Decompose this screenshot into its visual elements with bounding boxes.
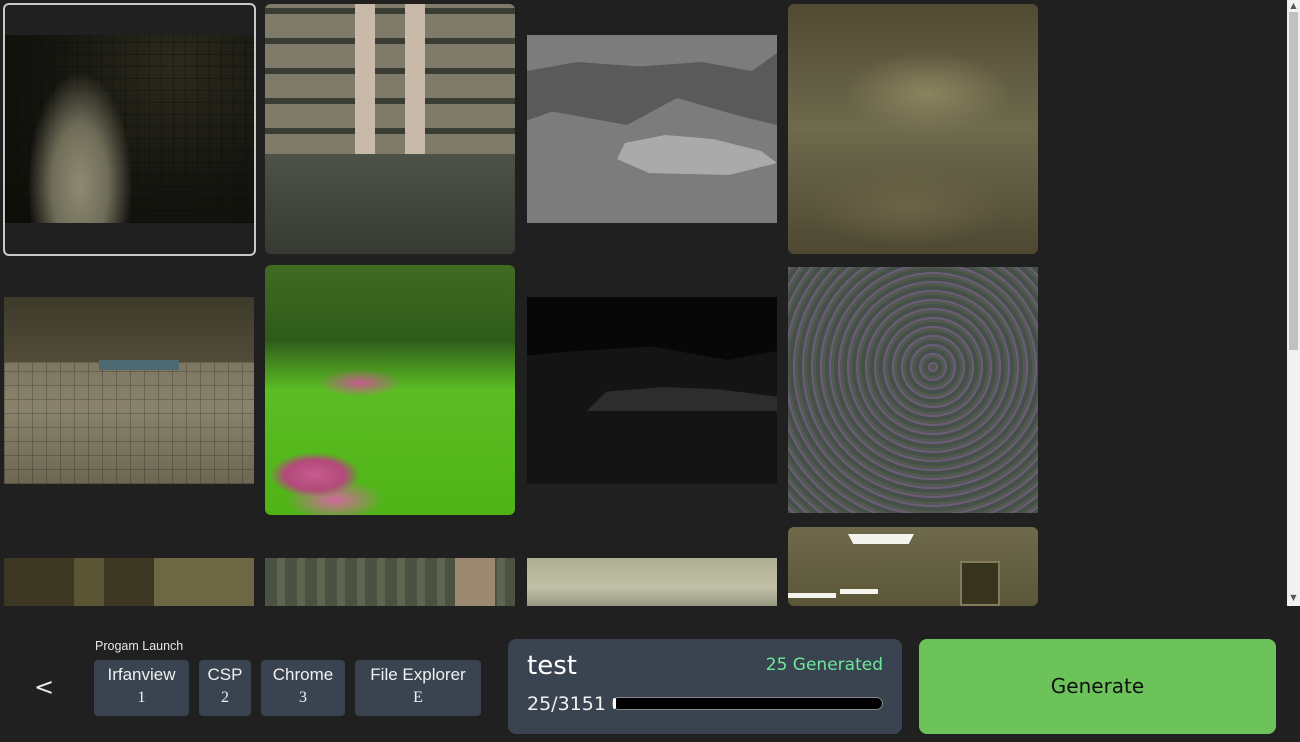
generate-button[interactable]: Generate [919, 639, 1276, 734]
gallery-thumb-12[interactable] [788, 527, 1038, 606]
launch-button-key: 2 [221, 689, 229, 706]
scroll-up-icon[interactable]: ▲ [1287, 0, 1300, 12]
image-gray-depth-map [527, 35, 777, 223]
image-pale-blurry-room [527, 558, 777, 606]
gallery-thumb-6[interactable] [265, 265, 515, 515]
ceiling-light-1 [848, 534, 914, 544]
launch-file-explorer-button[interactable]: File Explorer E [355, 660, 481, 716]
launch-button-key: 3 [299, 689, 307, 706]
launch-csp-button[interactable]: CSP 2 [199, 660, 251, 716]
launch-button-name: File Explorer [370, 665, 466, 684]
office-door [960, 561, 1000, 606]
ceiling-light-2 [840, 589, 878, 594]
atrium-floor [265, 154, 515, 254]
job-name: test [527, 651, 577, 681]
scrollbar-thumb[interactable] [1289, 12, 1298, 350]
image-psychedelic-noise-pattern [788, 267, 1038, 513]
generation-status-panel: test 25 Generated 25/3151 [508, 639, 902, 734]
gallery-thumb-5[interactable] [4, 297, 254, 484]
gallery-thumb-1[interactable] [3, 3, 256, 256]
launch-button-name: CSP [207, 665, 243, 684]
gallery-thumb-7[interactable] [527, 297, 777, 484]
launch-button-name: Irfanview [107, 665, 176, 684]
walkway-pillar [455, 558, 495, 606]
progress-text: 25/3151 [527, 693, 606, 715]
generated-count: 25 Generated [765, 655, 883, 675]
scroll-down-icon[interactable]: ▼ [1287, 592, 1300, 604]
gallery-thumb-10[interactable] [265, 558, 515, 606]
progress-bar-fill [613, 698, 617, 709]
gallery-scrollbar[interactable]: ▲ ▼ [1287, 0, 1300, 606]
gallery-thumb-9[interactable] [4, 558, 254, 606]
gallery-thumb-2[interactable] [265, 4, 515, 254]
launch-button-key: E [413, 689, 423, 706]
image-dim-hallway [4, 558, 254, 606]
pool-water [99, 360, 179, 370]
launch-button-key: 1 [137, 689, 146, 706]
gallery-thumb-8[interactable] [788, 267, 1038, 513]
image-blurred-olive-texture [788, 4, 1038, 254]
gallery-thumb-3[interactable] [527, 35, 777, 223]
gallery-thumb-11[interactable] [527, 558, 777, 606]
launch-irfanview-button[interactable]: Irfanview 1 [94, 660, 189, 716]
image-cylindrical-tiled-pillar [5, 35, 254, 223]
progress-bar [612, 697, 883, 710]
launch-chrome-button[interactable]: Chrome 3 [261, 660, 345, 716]
program-launch-label: Progam Launch [95, 639, 184, 653]
image-green-garden-lawn [265, 265, 515, 515]
back-button[interactable]: < [34, 670, 56, 704]
gallery-thumb-4[interactable] [788, 4, 1038, 254]
image-gallery[interactable]: ▲ ▼ [0, 0, 1300, 606]
ceiling-light-3 [788, 593, 836, 598]
launch-button-name: Chrome [272, 665, 334, 684]
image-tiled-pool-corridor [4, 297, 254, 484]
